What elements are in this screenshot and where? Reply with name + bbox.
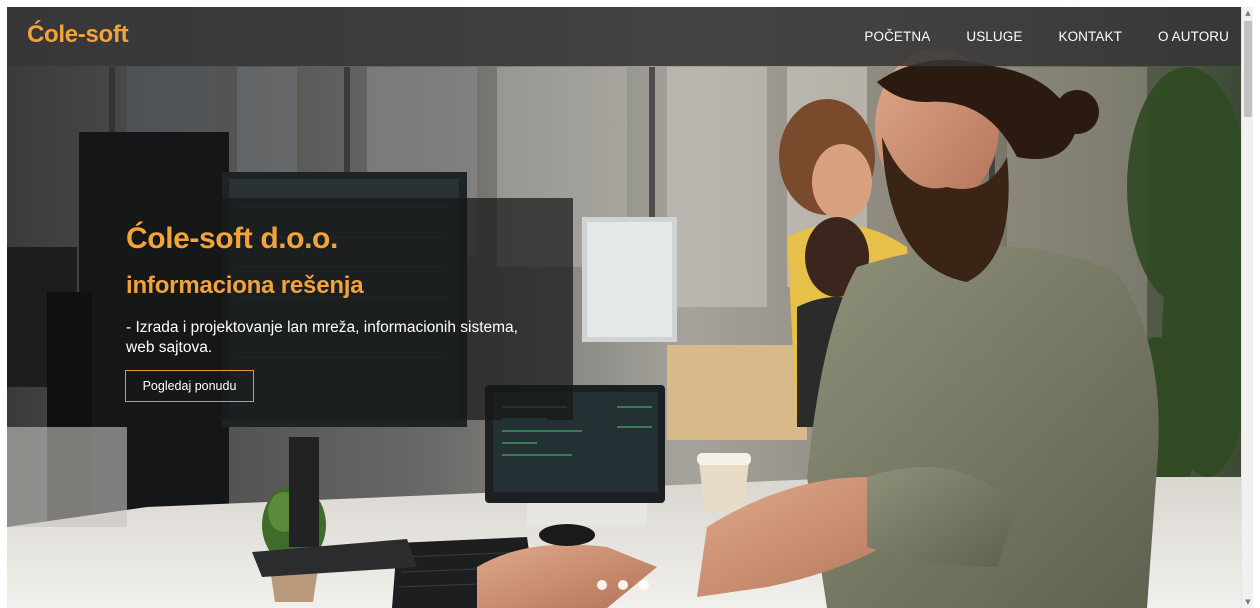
carousel-indicator-2[interactable] (618, 580, 628, 590)
view-offer-button[interactable]: Pogledaj ponudu (125, 370, 254, 402)
scrollbar-thumb[interactable] (1244, 21, 1252, 117)
nav-item-pocetna[interactable]: POČETNA (864, 29, 930, 44)
brand-logo[interactable]: Ćole-soft (27, 21, 129, 49)
top-navbar: Ćole-soft POČETNA USLUGE KONTAKT O AUTOR… (7, 7, 1241, 66)
nav-item-o-autoru[interactable]: O AUTORU (1158, 29, 1229, 44)
carousel-indicator-3[interactable] (639, 580, 649, 590)
hero-subtitle: informaciona rešenja (126, 272, 364, 299)
scroll-down-icon[interactable]: ▼ (1244, 598, 1252, 606)
carousel-indicator-1[interactable] (597, 580, 607, 590)
scroll-up-icon[interactable]: ▲ (1244, 9, 1252, 17)
hero-caption: Ćole-soft d.o.o. informaciona rešenja - … (106, 198, 573, 420)
nav-item-usluge[interactable]: USLUGE (966, 29, 1022, 44)
carousel-indicators (597, 580, 660, 590)
hero-title: Ćole-soft d.o.o. (126, 222, 338, 255)
page-scrollbar[interactable]: ▲ ▼ (1241, 7, 1253, 608)
nav-menu: POČETNA USLUGE KONTAKT O AUTORU (854, 7, 1241, 66)
nav-item-kontakt[interactable]: KONTAKT (1058, 29, 1121, 44)
browser-viewport: Ćole-soft POČETNA USLUGE KONTAKT O AUTOR… (7, 7, 1241, 608)
hero-description: - Izrada i projektovanje lan mreža, info… (126, 319, 518, 356)
